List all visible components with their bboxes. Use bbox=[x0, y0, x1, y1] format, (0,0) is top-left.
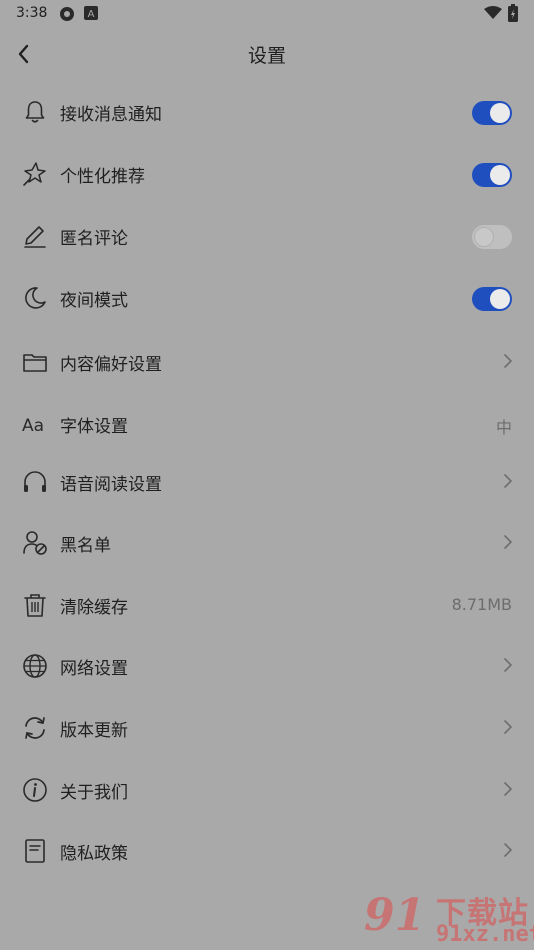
setting-label: 关于我们 bbox=[60, 783, 128, 803]
wifi-icon bbox=[484, 6, 502, 19]
svg-text:A: A bbox=[88, 9, 95, 20]
status-time: 3:38 bbox=[16, 5, 48, 21]
battery-charging-icon bbox=[508, 4, 518, 22]
setting-label: 隐私政策 bbox=[60, 844, 128, 864]
setting-row-personalized[interactable]: 个性化推荐 bbox=[0, 144, 534, 202]
moon-icon bbox=[25, 287, 46, 309]
info-icon bbox=[23, 778, 47, 802]
sparkle-icon bbox=[23, 162, 46, 186]
setting-row-blacklist[interactable]: 黑名单 bbox=[0, 513, 534, 571]
setting-label: 清除缓存 bbox=[60, 598, 128, 618]
cache-size-value: 8.71MB bbox=[451, 595, 512, 614]
pencil-icon bbox=[24, 226, 46, 248]
svg-text:Aa: Aa bbox=[22, 416, 44, 436]
setting-row-content-preference[interactable]: 内容偏好设置 bbox=[0, 332, 534, 390]
page-title: 设置 bbox=[247, 45, 286, 67]
chevron-right-icon bbox=[504, 658, 512, 672]
globe-icon bbox=[23, 654, 47, 678]
folder-icon bbox=[23, 354, 47, 372]
setting-label: 个性化推荐 bbox=[60, 167, 145, 187]
trash-icon bbox=[24, 594, 46, 617]
headphones-icon bbox=[24, 471, 46, 492]
setting-label: 夜间模式 bbox=[60, 291, 128, 311]
watermark-logo: 91 下载站 91xz.net bbox=[364, 886, 534, 950]
setting-label: 字体设置 bbox=[60, 417, 128, 437]
setting-row-clear-cache[interactable]: 清除缓存 8.71MB bbox=[0, 575, 534, 633]
font-aa-icon: Aa bbox=[22, 416, 44, 436]
chevron-right-icon bbox=[504, 782, 512, 796]
setting-label: 语音阅读设置 bbox=[60, 475, 162, 495]
refresh-icon bbox=[25, 717, 45, 739]
setting-label: 匿名评论 bbox=[60, 229, 128, 249]
document-icon bbox=[25, 839, 45, 863]
chevron-right-icon bbox=[504, 474, 512, 488]
anonymous-comment-toggle[interactable] bbox=[472, 225, 512, 249]
chevron-right-icon bbox=[504, 535, 512, 549]
setting-label: 内容偏好设置 bbox=[60, 355, 162, 375]
app-header: 设置 bbox=[0, 28, 534, 80]
text-a-icon: A bbox=[84, 6, 98, 20]
user-block-icon bbox=[23, 531, 47, 555]
font-size-value: 中 bbox=[495, 418, 512, 437]
setting-label: 接收消息通知 bbox=[60, 105, 162, 125]
bell-icon bbox=[25, 101, 45, 123]
setting-row-anonymous-comment[interactable]: 匿名评论 bbox=[0, 206, 534, 264]
status-bar: 3:38 A bbox=[0, 0, 534, 28]
setting-row-font[interactable]: Aa 字体设置 中 bbox=[0, 394, 534, 452]
personalized-toggle[interactable] bbox=[472, 163, 512, 187]
chevron-right-icon bbox=[504, 720, 512, 734]
night-mode-toggle[interactable] bbox=[472, 287, 512, 311]
chevron-right-icon bbox=[504, 843, 512, 857]
notifications-toggle[interactable] bbox=[472, 101, 512, 125]
setting-row-network[interactable]: 网络设置 bbox=[0, 636, 534, 694]
setting-label: 网络设置 bbox=[60, 659, 128, 679]
setting-row-update[interactable]: 版本更新 bbox=[0, 698, 534, 756]
setting-label: 黑名单 bbox=[60, 536, 111, 556]
setting-label: 版本更新 bbox=[60, 721, 128, 741]
watermark-number: 91 bbox=[364, 890, 426, 941]
setting-row-privacy[interactable]: 隐私政策 bbox=[0, 821, 534, 879]
setting-row-night-mode[interactable]: 夜间模式 bbox=[0, 268, 534, 326]
setting-row-voice-reading[interactable]: 语音阅读设置 bbox=[0, 452, 534, 510]
chevron-right-icon bbox=[504, 354, 512, 368]
setting-row-notifications[interactable]: 接收消息通知 bbox=[0, 82, 534, 140]
settings-gear-icon bbox=[60, 7, 74, 21]
watermark-domain: 91xz.net bbox=[436, 922, 534, 947]
setting-row-about[interactable]: 关于我们 bbox=[0, 760, 534, 818]
